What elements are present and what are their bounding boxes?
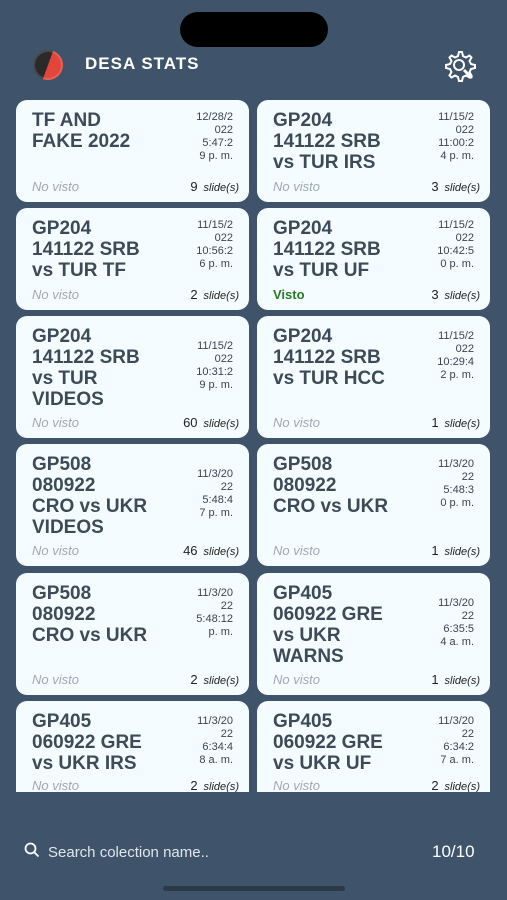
slide-unit: slide(s) [203, 675, 239, 687]
card-status: No visto [32, 778, 79, 792]
collection-card[interactable]: GP508 080922 CRO vs UKR VIDEOS 11/3/20 2… [16, 444, 249, 566]
card-date: 12/28/2 022 5:47:2 9 p. m. [196, 111, 233, 162]
card-count: 1 slide(s) [431, 672, 480, 687]
collection-card[interactable]: GP204 141122 SRB vs TUR HCC 11/15/2 022 … [257, 316, 490, 438]
slide-unit: slide(s) [444, 182, 480, 194]
collection-card[interactable]: GP204 141122 SRB vs TUR VIDEOS 11/15/2 0… [16, 316, 249, 438]
slide-unit: slide(s) [444, 290, 480, 302]
slide-count: 1 [431, 543, 439, 558]
card-count: 2 slide(s) [190, 287, 239, 302]
home-indicator[interactable] [163, 886, 345, 891]
slide-count: 1 [431, 672, 439, 687]
card-count: 60 slide(s) [183, 415, 239, 430]
card-status: No visto [32, 179, 79, 194]
card-title: GP508 080922 CRO vs UKR [32, 583, 148, 646]
collection-card[interactable]: GP204 141122 SRB vs TUR UF 11/15/2 022 1… [257, 208, 490, 310]
card-title: GP204 141122 SRB vs TUR VIDEOS [32, 326, 140, 410]
slide-unit: slide(s) [203, 781, 239, 792]
page-counter: 10/10 [432, 842, 475, 861]
slide-unit: slide(s) [444, 546, 480, 558]
card-count: 2 slide(s) [190, 778, 239, 792]
slide-count: 2 [190, 672, 198, 687]
card-date: 11/3/20 22 5:48:4 7 p. m. [197, 468, 233, 519]
collection-grid: TF AND FAKE 2022 12/28/2 022 5:47:2 9 p.… [16, 100, 492, 792]
card-date: 11/3/20 22 5:48:3 0 p. m. [438, 458, 474, 509]
card-count: 2 slide(s) [431, 778, 480, 792]
card-title: GP508 080922 CRO vs UKR VIDEOS [32, 454, 148, 538]
card-date: 11/3/20 22 6:35:5 4 a. m. [438, 597, 474, 648]
collection-card[interactable]: GP508 080922 CRO vs UKR 11/3/20 22 5:48:… [16, 573, 249, 695]
search-icon [24, 842, 40, 858]
card-date: 11/15/2 022 11:00:2 4 p. m. [438, 111, 474, 162]
slide-unit: slide(s) [203, 182, 239, 194]
slide-count: 2 [190, 287, 198, 302]
slide-count: 3 [431, 179, 439, 194]
app-title: DESA STATS [85, 54, 200, 73]
collection-card[interactable]: GP405 060922 GRE vs UKR IRS 11/3/20 22 6… [16, 701, 249, 792]
search-input[interactable] [46, 841, 380, 863]
card-count: 3 slide(s) [431, 287, 480, 302]
card-status: No visto [273, 179, 320, 194]
slide-unit: slide(s) [444, 675, 480, 687]
card-date: 11/3/20 22 6:34:4 8 a. m. [197, 715, 233, 766]
card-title: GP405 060922 GRE vs UKR WARNS [273, 583, 383, 667]
card-status: No visto [32, 415, 79, 430]
card-title: TF AND FAKE 2022 [32, 110, 131, 152]
card-title: GP204 141122 SRB vs TUR IRS [273, 110, 381, 173]
card-title: GP204 141122 SRB vs TUR TF [32, 218, 140, 281]
slide-unit: slide(s) [203, 418, 239, 430]
footer-bar: 10/10 [0, 792, 507, 900]
card-title: GP405 060922 GRE vs UKR IRS [32, 711, 142, 774]
settings-icon[interactable] [442, 48, 476, 82]
card-date: 11/3/20 22 5:48:12 p. m. [196, 587, 233, 638]
card-status: No visto [273, 672, 320, 687]
slide-unit: slide(s) [444, 781, 480, 792]
card-date: 11/15/2 022 10:42:5 0 p. m. [437, 219, 474, 270]
slide-unit: slide(s) [203, 290, 239, 302]
slide-count: 60 [183, 415, 198, 430]
card-date: 11/15/2 022 10:31:2 9 p. m. [196, 340, 233, 391]
slide-count: 3 [431, 287, 439, 302]
card-status: No visto [32, 543, 79, 558]
card-count: 3 slide(s) [431, 179, 480, 194]
slide-count: 2 [431, 778, 439, 792]
card-status: Visto [273, 287, 305, 302]
card-title: GP204 141122 SRB vs TUR UF [273, 218, 381, 281]
app-header: DESA STATS [0, 42, 507, 86]
card-count: 9 slide(s) [190, 179, 239, 194]
collection-card[interactable]: GP405 060922 GRE vs UKR WARNS 11/3/20 22… [257, 573, 490, 695]
card-title: GP405 060922 GRE vs UKR UF [273, 711, 383, 774]
card-date: 11/15/2 022 10:29:4 2 p. m. [437, 330, 474, 381]
card-status: No visto [32, 672, 79, 687]
search-box[interactable] [14, 832, 392, 870]
slide-count: 9 [190, 179, 198, 194]
card-title: GP508 080922 CRO vs UKR [273, 454, 389, 517]
collection-card[interactable]: GP204 141122 SRB vs TUR TF 11/15/2 022 1… [16, 208, 249, 310]
card-count: 1 slide(s) [431, 543, 480, 558]
card-status: No visto [273, 543, 320, 558]
collection-card[interactable]: GP508 080922 CRO vs UKR 11/3/20 22 5:48:… [257, 444, 490, 566]
slide-count: 46 [183, 543, 198, 558]
collection-card[interactable]: TF AND FAKE 2022 12/28/2 022 5:47:2 9 p.… [16, 100, 249, 202]
slide-count: 1 [431, 415, 439, 430]
card-status: No visto [273, 778, 320, 792]
card-status: No visto [32, 287, 79, 302]
slide-unit: slide(s) [444, 418, 480, 430]
card-date: 11/15/2 022 10:56:2 6 p. m. [196, 219, 233, 270]
card-status: No visto [273, 415, 320, 430]
card-title: GP204 141122 SRB vs TUR HCC [273, 326, 385, 389]
card-date: 11/3/20 22 6:34:2 7 a. m. [438, 715, 474, 766]
app-logo-icon [28, 45, 68, 85]
slide-unit: slide(s) [203, 546, 239, 558]
collection-card[interactable]: GP204 141122 SRB vs TUR IRS 11/15/2 022 … [257, 100, 490, 202]
slide-count: 2 [190, 778, 198, 792]
card-count: 46 slide(s) [183, 543, 239, 558]
card-count: 1 slide(s) [431, 415, 480, 430]
card-count: 2 slide(s) [190, 672, 239, 687]
collection-card[interactable]: GP405 060922 GRE vs UKR UF 11/3/20 22 6:… [257, 701, 490, 792]
